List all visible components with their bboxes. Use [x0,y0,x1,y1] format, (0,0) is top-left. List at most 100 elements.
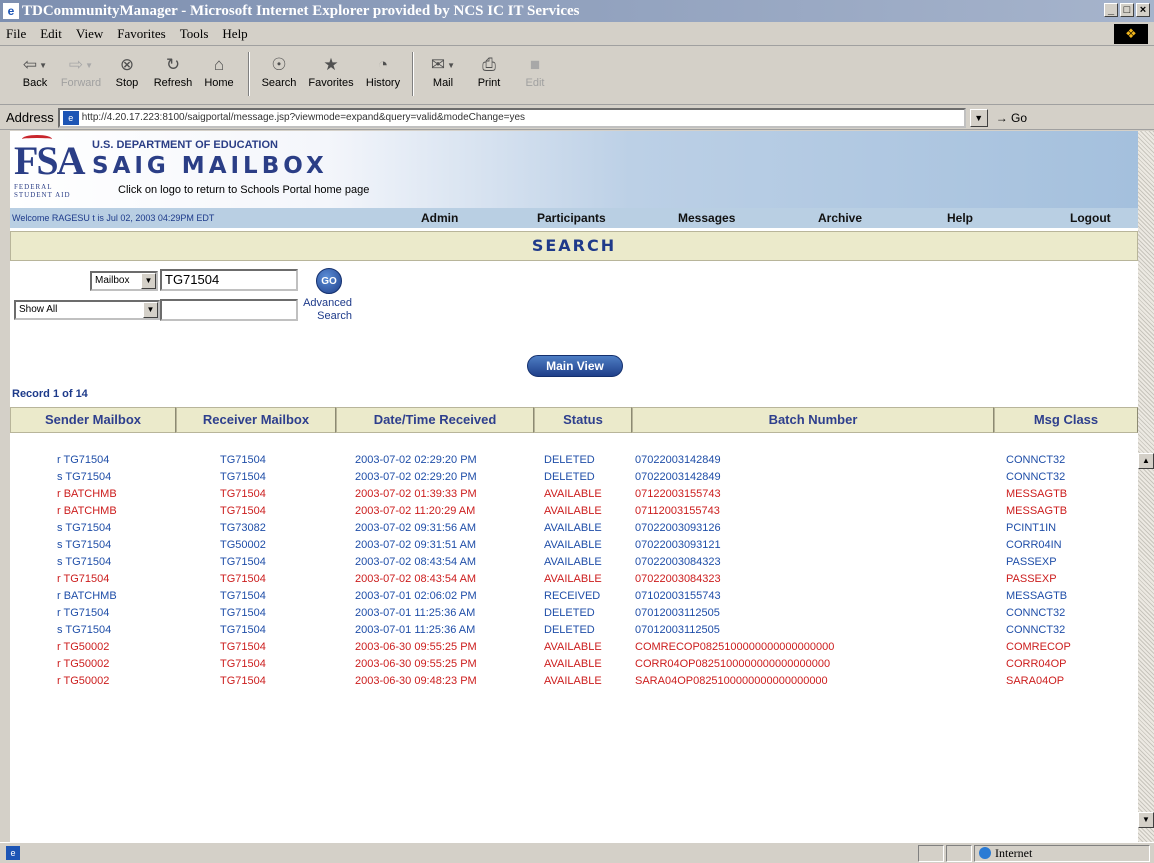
mailbox-input[interactable]: TG71504 [160,269,298,291]
menu-edit[interactable]: Edit [40,26,62,42]
sender-cell[interactable]: s TG71504 [10,520,176,537]
refresh-button[interactable]: ↻ Refresh [150,47,196,89]
receiver-cell: TG71504 [220,607,266,619]
menu-view[interactable]: View [76,26,103,42]
nav-participants[interactable]: Participants [537,211,606,225]
stop-button[interactable]: ⊗ Stop [104,47,150,89]
date-cell: 2003-07-02 01:39:33 PM [355,488,477,500]
forward-label: Forward [60,77,102,89]
search-go-button[interactable]: GO [316,268,342,294]
batch-cell[interactable]: CORR04OP0825100000000000000000 [632,656,994,673]
menu-favorites[interactable]: Favorites [117,26,165,42]
sender-cell[interactable]: r TG50002 [10,639,176,656]
batch-cell[interactable]: 07122003155743 [632,486,994,503]
sender-cell[interactable]: s TG71504 [10,537,176,554]
table-row[interactable]: r TG71504 TG71504 2003-07-01 11:25:36 AM DE… [10,605,1138,622]
page-content: FSA FEDERAL STUDENT AID U.S. DEPARTMENT … [10,131,1138,842]
batch-cell[interactable]: 07102003155743 [632,588,994,605]
sender-cell[interactable]: s TG71504 [10,469,176,486]
table-row[interactable]: r TG71504 TG71504 2003-07-02 08:43:54 AM AV… [10,571,1138,588]
favorites-button[interactable]: ★ Favorites [302,47,360,89]
vertical-scrollbar[interactable]: ▲ ▼ [1138,131,1154,842]
edit-button[interactable]: ■ Edit [512,47,558,89]
col-receiver-mailbox[interactable]: Receiver Mailbox [176,407,336,433]
favorites-label: Favorites [308,77,354,89]
table-row[interactable]: r TG50002 TG71504 2003-06-30 09:48:23 PM AV… [10,673,1138,690]
col-msg-class[interactable]: Msg Class [994,407,1138,433]
fsa-logo[interactable]: FSA FEDERAL STUDENT AID [14,135,86,203]
batch-cell[interactable]: COMRECOP0825100000000000000000 [632,639,994,656]
table-row[interactable]: r BATCHMB TG71504 2003-07-02 11:20:29 AM AV… [10,503,1138,520]
sender-cell[interactable]: r TG71504 [10,605,176,622]
table-row[interactable]: r BATCHMB TG71504 2003-07-01 02:06:02 PM RE… [10,588,1138,605]
table-row[interactable]: s TG71504 TG71504 2003-07-01 11:25:36 AM DE… [10,622,1138,639]
table-row[interactable]: s TG71504 TG71504 2003-07-02 02:29:20 PM DE… [10,469,1138,486]
search-button[interactable]: ☉ Search [256,47,302,89]
filter-select[interactable]: Show All ▼ [14,300,160,320]
col-date-received[interactable]: Date/Time Received [336,407,534,433]
filter-input[interactable] [160,299,298,321]
nav-logout[interactable]: Logout [1070,211,1111,225]
home-button[interactable]: ⌂ Home [196,47,242,89]
sender-cell[interactable]: r BATCHMB [10,486,176,503]
address-input[interactable]: e http://4.20.17.223:8100/saigportal/mes… [57,107,966,128]
receiver-cell: TG71504 [220,488,266,500]
menu-tools[interactable]: Tools [180,26,209,42]
table-row[interactable]: r TG50002 TG71504 2003-06-30 09:55:25 PM AV… [10,656,1138,673]
batch-cell[interactable]: SARA04OP0825100000000000000000 [632,673,994,690]
sender-cell[interactable]: r TG50002 [10,656,176,673]
table-row[interactable]: s TG71504 TG50002 2003-07-02 09:31:51 AM AV… [10,537,1138,554]
forward-button[interactable]: ⇨ ▼ Forward [58,47,104,89]
close-button[interactable]: × [1136,3,1150,17]
nav-help[interactable]: Help [947,211,973,225]
go-button[interactable]: → Go [996,111,1027,125]
batch-cell[interactable]: 07012003112505 [632,605,994,622]
batch-cell[interactable]: 07022003084323 [632,571,994,588]
sender-cell[interactable]: s TG71504 [10,554,176,571]
sender-cell[interactable]: r TG50002 [10,673,176,690]
table-row[interactable]: s TG71504 TG73082 2003-07-02 09:31:56 AM AV… [10,520,1138,537]
main-view-button[interactable]: Main View [527,355,623,377]
sender-cell[interactable]: r BATCHMB [10,588,176,605]
menu-file[interactable]: File [6,26,26,42]
col-status[interactable]: Status [534,407,632,433]
mail-button[interactable]: ✉ ▼ Mail [420,47,466,89]
col-batch-number[interactable]: Batch Number [632,407,994,433]
col-sender-mailbox[interactable]: Sender Mailbox [10,407,176,433]
table-row[interactable]: r BATCHMB TG71504 2003-07-02 01:39:33 PM AV… [10,486,1138,503]
status-cell: DELETED [544,454,595,466]
date-cell: 2003-07-02 11:20:29 AM [355,505,476,517]
batch-cell[interactable]: 07022003084323 [632,554,994,571]
scroll-down-button[interactable]: ▼ [1138,812,1154,828]
edit-icon: ■ [529,55,541,74]
sender-cell[interactable]: r TG71504 [10,452,176,469]
msg-class-cell: CONNCT32 [1006,471,1066,483]
date-cell: 2003-07-02 02:29:20 PM [355,471,477,483]
batch-cell[interactable]: 07022003142849 [632,452,994,469]
nav-admin[interactable]: Admin [421,211,458,225]
minimize-button[interactable]: _ [1104,3,1118,17]
logo-swoosh-icon [22,135,52,143]
back-button[interactable]: ⇦ ▼ Back [12,47,58,89]
sender-cell[interactable]: r BATCHMB [10,503,176,520]
table-row[interactable]: r TG71504 TG71504 2003-07-02 02:29:20 PM DE… [10,452,1138,469]
advanced-search-link[interactable]: Advanced Search [296,297,352,323]
table-row[interactable]: s TG71504 TG71504 2003-07-02 08:43:54 AM AV… [10,554,1138,571]
maximize-button[interactable]: □ [1120,3,1134,17]
batch-cell[interactable]: 07012003112505 [632,622,994,639]
sender-cell[interactable]: s TG71504 [10,622,176,639]
table-row[interactable]: r TG50002 TG71504 2003-06-30 09:55:25 PM AV… [10,639,1138,656]
batch-cell[interactable]: 07022003093121 [632,537,994,554]
scroll-up-button[interactable]: ▲ [1138,453,1154,469]
mailbox-select[interactable]: Mailbox ▼ [90,271,158,291]
batch-cell[interactable]: 07022003142849 [632,469,994,486]
history-button[interactable]: ◔ History [360,47,406,89]
nav-archive[interactable]: Archive [818,211,862,225]
address-dropdown-button[interactable]: ▼ [969,108,988,127]
print-button[interactable]: ⎙ Print [466,47,512,89]
sender-cell[interactable]: r TG71504 [10,571,176,588]
batch-cell[interactable]: 07112003155743 [632,503,994,520]
menu-help[interactable]: Help [222,26,247,42]
nav-messages[interactable]: Messages [678,211,735,225]
batch-cell[interactable]: 07022003093126 [632,520,994,537]
